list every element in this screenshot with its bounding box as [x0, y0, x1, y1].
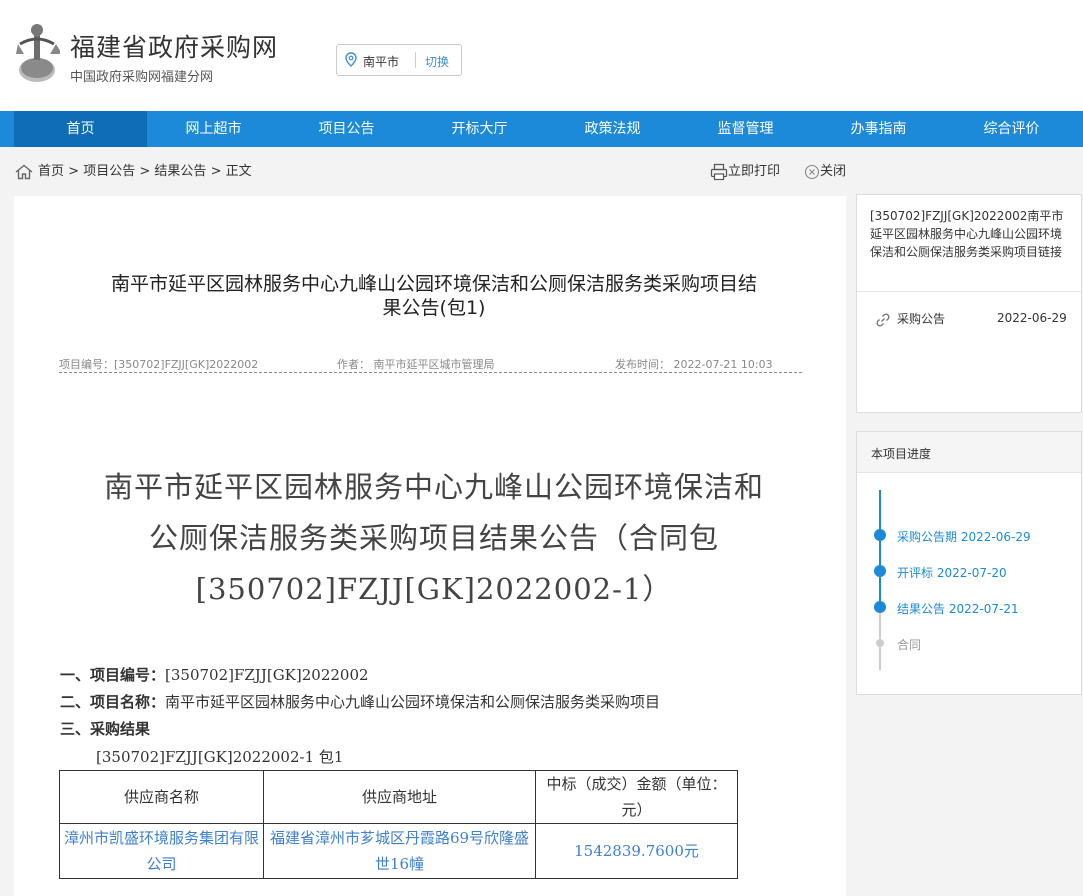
breadcrumb-project-notices[interactable]: 项目公告: [83, 164, 135, 179]
procurement-notice-date: 2022-06-29: [997, 311, 1067, 325]
supplier-name-link[interactable]: 漳州市凯盛环境服务集团有限公司: [59, 823, 264, 879]
main-nav: 首页 网上超市 项目公告 开标大厅 政策法规 监督管理 办事指南 综合评价: [0, 111, 1083, 147]
close-button[interactable]: 关闭: [804, 162, 846, 182]
site-subtitle: 中国政府采购网福建分网: [70, 70, 214, 85]
progress-step-bid-opening[interactable]: 开评标 2022-07-20: [897, 564, 1007, 581]
progress-step-date: 2022-07-20: [936, 566, 1007, 580]
link-icon: [876, 312, 890, 327]
progress-dot-completed: [874, 601, 886, 613]
article-meta: 项目编号：[350702]FZJJ[GK]2022002 作者： 南平市延平区城…: [59, 352, 802, 373]
site-header: 福建省政府采购网 中国政府采购网福建分网 南平市 切换: [0, 0, 1083, 111]
current-city: 南平市: [363, 55, 400, 69]
home-icon[interactable]: [14, 164, 34, 180]
printer-icon: [710, 163, 728, 180]
progress-dot-completed: [874, 529, 886, 541]
table-row: 漳州市凯盛环境服务集团有限公司 福建省漳州市芗城区丹霞路69号欣隆盛世16幢 1…: [59, 823, 738, 879]
site-logo-icon[interactable]: [14, 22, 60, 84]
progress-dot-completed: [874, 565, 886, 577]
project-name-label: 二、项目名称：: [60, 693, 166, 711]
package-line: [350702]FZJJ[GK]2022002-1 包1: [96, 748, 344, 766]
switch-city-link[interactable]: 切换: [425, 53, 449, 70]
city-selector[interactable]: 南平市 切换: [336, 44, 462, 76]
nav-home[interactable]: 首页: [14, 111, 147, 147]
progress-step-label: 合同: [897, 638, 922, 652]
divider: [415, 52, 416, 68]
notice-heading-line: [350702]FZJJ[GK]2022002-1）: [195, 572, 673, 606]
project-links-panel: [350702]FZJJ[GK]2022002南平市延平区园林服务中心九峰山公园…: [856, 194, 1082, 413]
nav-guide[interactable]: 办事指南: [812, 111, 945, 147]
project-name-value: 南平市延平区园林服务中心九峰山公园环境保洁和公厕保洁服务类采购项目: [165, 693, 661, 711]
print-button[interactable]: 立即打印: [710, 162, 780, 182]
article-panel: 南平市延平区园林服务中心九峰山公园环境保洁和公厕保洁服务类采购项目结 果公告(包…: [14, 196, 846, 896]
project-progress-panel: 本项目进度 采购公告期 2022-06-29 开评标 2022-07-20 结果…: [856, 431, 1082, 695]
notice-heading-line: 公厕保洁服务类采购项目结果公告（合同包: [148, 521, 719, 555]
article-title-line: 南平市延平区园林服务中心九峰山公园环境保洁和公厕保洁服务类采购项目结: [110, 273, 757, 295]
project-number-line: 一、项目编号：[350702]FZJJ[GK]2022002: [60, 664, 369, 685]
progress-step-date: 2022-07-21: [948, 602, 1019, 616]
article-title-line: 果公告(包1): [382, 297, 486, 319]
purchase-result-heading: 三、采购结果: [60, 718, 150, 739]
table-header-row: 供应商名称 供应商地址 中标（成交）金额（单位：元）: [59, 770, 738, 824]
breadcrumb-separator: >: [68, 164, 80, 179]
progress-step-label: 采购公告期: [897, 530, 958, 544]
progress-step-date: 2022-06-29: [960, 530, 1031, 544]
nav-evaluation[interactable]: 综合评价: [945, 111, 1078, 147]
result-table: 供应商名称 供应商地址 中标（成交）金额（单位：元） 漳州市凯盛环境服务集团有限…: [59, 770, 738, 879]
nav-policies[interactable]: 政策法规: [546, 111, 679, 147]
progress-dot-pending: [876, 639, 884, 647]
close-icon: [804, 164, 820, 179]
notice-heading: 南平市延平区园林服务中心九峰山公园环境保洁和 公厕保洁服务类采购项目结果公告（合…: [54, 462, 814, 615]
purchase-result-label: 三、采购结果: [60, 720, 151, 738]
breadcrumb-home[interactable]: 首页: [38, 164, 64, 179]
breadcrumb: 首页 > 项目公告 > 结果公告 > 正文: [14, 162, 252, 182]
table-header-supplier-address: 供应商地址: [263, 770, 536, 824]
breadcrumb-separator: >: [139, 164, 151, 179]
procurement-notice-label: 采购公告: [897, 312, 946, 326]
location-pin-icon: [345, 52, 357, 67]
nav-bid-opening-hall[interactable]: 开标大厅: [413, 111, 546, 147]
print-label: 立即打印: [728, 164, 781, 179]
project-number-label: 一、项目编号：: [60, 666, 166, 684]
project-links-title: [350702]FZJJ[GK]2022002南平市延平区园林服务中心九峰山公园…: [870, 209, 1064, 259]
progress-header-label: 本项目进度: [871, 447, 932, 461]
article-title: 南平市延平区园林服务中心九峰山公园环境保洁和公厕保洁服务类采购项目结 果公告(包…: [54, 272, 814, 320]
table-header-supplier-name: 供应商名称: [59, 770, 264, 824]
progress-step-contract: 合同: [897, 636, 921, 653]
meta-publish-time: 发布时间： 2022-07-21 10:03: [615, 358, 773, 371]
winning-amount: 1542839.7600元: [535, 823, 738, 879]
progress-line-completed: [879, 490, 881, 610]
notice-heading-line: 南平市延平区园林服务中心九峰山公园环境保洁和: [103, 470, 764, 504]
progress-step-result[interactable]: 结果公告 2022-07-21: [897, 600, 1019, 617]
table-header-amount: 中标（成交）金额（单位：元）: [535, 770, 738, 824]
progress-step-notice[interactable]: 采购公告期 2022-06-29: [897, 528, 1031, 545]
close-label: 关闭: [820, 164, 847, 179]
breadcrumb-current: 正文: [225, 164, 252, 179]
supplier-address: 福建省漳州市芗城区丹霞路69号欣隆盛世16幢: [263, 823, 536, 879]
divider: [857, 291, 1081, 292]
nav-project-notices[interactable]: 项目公告: [280, 111, 413, 147]
project-number-value: [350702]FZJJ[GK]2022002: [165, 666, 369, 684]
progress-step-label: 结果公告: [897, 602, 946, 616]
site-title: 福建省政府采购网: [70, 33, 279, 62]
procurement-notice-link[interactable]: 采购公告: [875, 310, 945, 328]
progress-step-label: 开评标: [897, 566, 934, 580]
meta-project-number: 项目编号：[350702]FZJJ[GK]2022002: [59, 358, 259, 371]
nav-supervision[interactable]: 监督管理: [679, 111, 812, 147]
nav-online-mall[interactable]: 网上超市: [147, 111, 280, 147]
breadcrumb-separator: >: [210, 164, 222, 179]
meta-author: 作者： 南平市延平区城市管理局: [337, 358, 495, 371]
progress-header: 本项目进度: [857, 432, 1081, 473]
project-name-line: 二、项目名称：南平市延平区园林服务中心九峰山公园环境保洁和公厕保洁服务类采购项目: [60, 691, 660, 712]
breadcrumb-result-notices[interactable]: 结果公告: [154, 164, 206, 179]
